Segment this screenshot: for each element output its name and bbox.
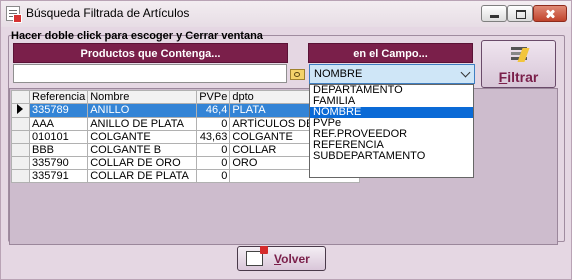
- back-button[interactable]: Volver: [237, 246, 326, 271]
- minimize-icon: [482, 6, 506, 21]
- cell-pvpe: 0: [196, 156, 231, 170]
- title-bar[interactable]: Búsqueda Filtrada de Artículos: [1, 1, 571, 27]
- filter-button[interactable]: Filtrar: [481, 40, 556, 88]
- table-row[interactable]: 335789 ANILLO 46,4 PLATA: [11, 103, 361, 118]
- chevron-down-icon: [460, 67, 471, 78]
- row-indicator: [11, 130, 30, 144]
- results-grid[interactable]: Referencia Nombre PVPe dpto 335789 ANILL…: [9, 88, 558, 245]
- cell-pvpe: 46,4: [196, 103, 231, 118]
- back-icon: [246, 246, 268, 266]
- filter-button-label: Filtrar: [498, 69, 539, 85]
- field-select[interactable]: NOMBRE: [309, 64, 475, 84]
- field-option[interactable]: SUBDEPARTAMENTO: [310, 151, 473, 162]
- cell-referencia: 335790: [28, 156, 89, 170]
- column-header-nombre[interactable]: Nombre: [87, 90, 198, 104]
- search-input[interactable]: [13, 64, 287, 83]
- field-header: en el Campo...: [308, 43, 473, 63]
- cell-pvpe: 43,63: [196, 130, 231, 144]
- results-table: Referencia Nombre PVPe dpto 335789 ANILL…: [11, 90, 361, 183]
- cell-pvpe: 0: [196, 169, 231, 183]
- search-window: Búsqueda Filtrada de Artículos Hacer dob…: [0, 0, 572, 280]
- cell-nombre: COLGANTE: [87, 130, 198, 144]
- cell-nombre: ANILLO: [87, 103, 198, 118]
- table-row[interactable]: 335791 COLLAR DE PLATA 0: [11, 169, 361, 183]
- row-indicator: [11, 143, 30, 157]
- table-row[interactable]: 010101 COLGANTE 43,63 COLGANTE: [11, 130, 361, 144]
- cell-nombre: COLLAR DE ORO: [87, 156, 198, 170]
- close-icon: [534, 6, 566, 21]
- cell-referencia: BBB: [28, 143, 89, 157]
- products-header: Productos que Contenga...: [13, 43, 288, 63]
- row-indicator: [11, 117, 30, 131]
- field-select-value: NOMBRE: [314, 68, 363, 80]
- table-row[interactable]: BBB COLGANTE B 0 COLLAR: [11, 143, 361, 157]
- maximize-icon: [508, 6, 532, 21]
- minimize-button[interactable]: [481, 5, 507, 22]
- table-row[interactable]: AAA ANILLO DE PLATA 0 ARTÍCULOS DE: [11, 117, 361, 131]
- back-button-label: Volver: [274, 252, 310, 266]
- field-dropdown-list[interactable]: DEPARTAMENTO FAMILIA NOMBRE PVPe REF.PRO…: [309, 84, 474, 178]
- column-header-pvpe[interactable]: PVPe: [196, 90, 231, 104]
- table-header-row: Referencia Nombre PVPe dpto: [11, 90, 361, 104]
- cell-pvpe: 0: [196, 117, 231, 131]
- cell-referencia: 335791: [28, 169, 89, 183]
- app-icon: [6, 6, 22, 23]
- row-indicator: [11, 156, 30, 170]
- cell-nombre: COLLAR DE PLATA: [87, 169, 198, 183]
- table-row[interactable]: 335790 COLLAR DE ORO 0 ORO: [11, 156, 361, 170]
- hint-text: Hacer doble click para escoger y Cerrar …: [11, 30, 263, 42]
- row-indicator-header: [11, 90, 30, 104]
- cell-pvpe: 0: [196, 143, 231, 157]
- column-header-referencia[interactable]: Referencia: [28, 90, 89, 104]
- cell-nombre: COLGANTE B: [87, 143, 198, 157]
- cell-nombre: ANILLO DE PLATA: [87, 117, 198, 131]
- row-indicator: [11, 169, 30, 183]
- cell-referencia: AAA: [28, 117, 89, 131]
- folder-search-button[interactable]: [290, 65, 306, 82]
- filter-icon: [511, 47, 529, 63]
- close-button[interactable]: [533, 5, 567, 22]
- maximize-button[interactable]: [507, 5, 533, 22]
- window-title: Búsqueda Filtrada de Artículos: [26, 6, 190, 20]
- row-pointer-icon: [11, 103, 30, 118]
- cell-referencia: 010101: [28, 130, 89, 144]
- cell-referencia: 335789: [28, 103, 89, 118]
